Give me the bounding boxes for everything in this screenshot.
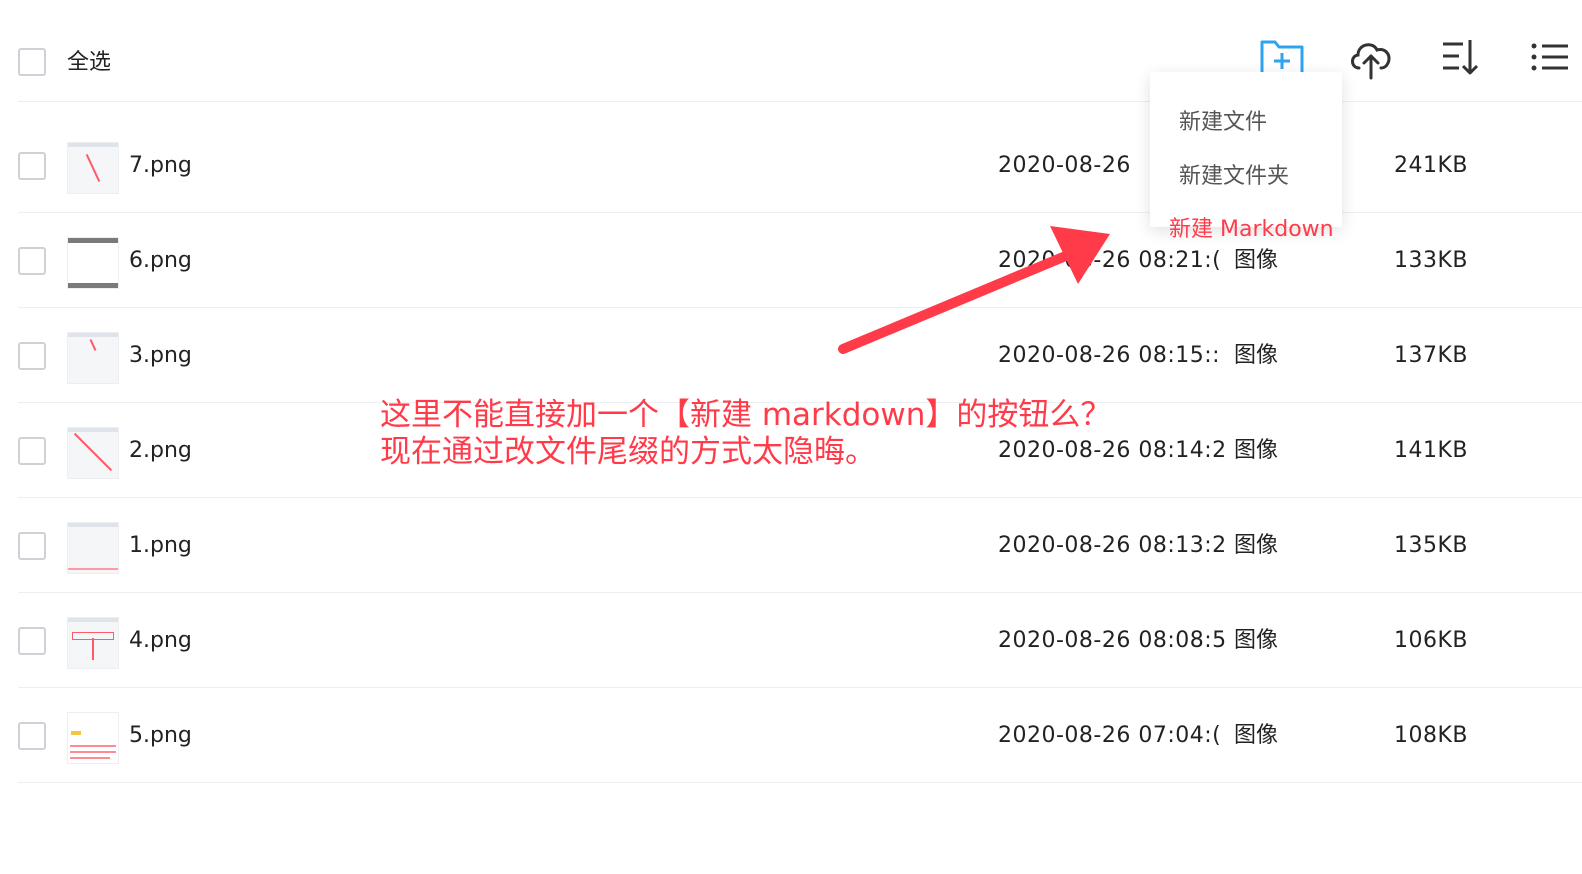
row-divider	[18, 212, 1582, 213]
file-type: 图像	[1234, 343, 1279, 368]
menu-item-new-file[interactable]: 新建文件	[1179, 108, 1267, 138]
file-size: 141KB	[1394, 438, 1469, 463]
menu-item-new-markdown[interactable]: 新建 Markdown	[1169, 215, 1334, 245]
annotation-line-1: 这里不能直接加一个【新建 markdown】的按钮么？	[380, 397, 1112, 433]
file-name[interactable]: 2.png	[129, 436, 192, 466]
annotation-text: 这里不能直接加一个【新建 markdown】的按钮么？ 现在通过改文件尾缀的方式…	[380, 397, 1111, 471]
row-divider	[18, 592, 1582, 593]
file-date: 2020-08-26 08:15::	[998, 343, 1221, 368]
file-thumbnail	[67, 332, 119, 384]
menu-item-new-folder[interactable]: 新建文件夹	[1179, 162, 1289, 192]
file-thumbnail	[67, 237, 119, 289]
row-checkbox[interactable]	[18, 627, 46, 655]
row-checkbox[interactable]	[18, 247, 46, 275]
file-thumbnail	[67, 142, 119, 194]
file-date: 2020-08-26 07:04:(	[998, 723, 1222, 748]
file-list-header: 全选	[0, 0, 1582, 102]
file-size: 135KB	[1394, 533, 1469, 558]
file-row[interactable]: 4.png 2020-08-26 08:08:5 图像 106KB	[0, 602, 1582, 697]
header-divider	[18, 101, 1582, 102]
file-thumbnail	[67, 427, 119, 479]
file-type: 图像	[1234, 248, 1279, 273]
file-name[interactable]: 6.png	[129, 246, 192, 276]
file-size: 137KB	[1394, 343, 1469, 368]
file-name[interactable]: 7.png	[129, 151, 192, 181]
file-size: 108KB	[1394, 723, 1469, 748]
file-thumbnail	[67, 712, 119, 764]
file-size: 241KB	[1394, 153, 1469, 178]
file-thumbnail	[67, 522, 119, 574]
row-divider	[18, 307, 1582, 308]
sort-icon[interactable]	[1441, 36, 1481, 78]
file-name[interactable]: 3.png	[129, 341, 192, 371]
file-size: 133KB	[1394, 248, 1469, 273]
file-row[interactable]: 7.png 2020-08-26 241KB	[0, 127, 1582, 222]
cloud-upload-icon[interactable]	[1347, 36, 1395, 80]
select-all-checkbox[interactable]	[18, 48, 46, 76]
file-name[interactable]: 4.png	[129, 626, 192, 656]
file-size: 106KB	[1394, 628, 1469, 653]
file-thumbnail	[67, 617, 119, 669]
file-type: 图像	[1234, 438, 1279, 463]
row-checkbox[interactable]	[18, 722, 46, 750]
file-type: 图像	[1234, 533, 1279, 558]
row-checkbox[interactable]	[18, 437, 46, 465]
file-type: 图像	[1234, 723, 1279, 748]
new-item-dropdown-menu: 新建文件 新建文件夹	[1150, 72, 1342, 227]
file-type: 图像	[1234, 628, 1279, 653]
file-date: 2020-08-26 08:13:2	[998, 533, 1227, 558]
row-checkbox[interactable]	[18, 152, 46, 180]
file-row[interactable]: 5.png 2020-08-26 07:04:( 图像 108KB	[0, 697, 1582, 792]
file-row[interactable]: 6.png 2020-08-26 08:21:( 图像 133KB	[0, 222, 1582, 317]
file-name[interactable]: 5.png	[129, 721, 192, 751]
list-view-icon[interactable]	[1530, 36, 1570, 78]
file-name[interactable]: 1.png	[129, 531, 192, 561]
row-checkbox[interactable]	[18, 342, 46, 370]
row-divider	[18, 782, 1582, 783]
file-row[interactable]: 1.png 2020-08-26 08:13:2 图像 135KB	[0, 507, 1582, 602]
row-checkbox[interactable]	[18, 532, 46, 560]
file-date: 2020-08-26 08:08:5	[998, 628, 1227, 653]
row-divider	[18, 497, 1582, 498]
file-date: 2020-08-26 08:21:(	[998, 248, 1222, 273]
row-divider	[18, 687, 1582, 688]
select-all-label[interactable]: 全选	[67, 48, 111, 78]
annotation-line-2: 现在通过改文件尾缀的方式太隐晦。	[380, 434, 876, 470]
